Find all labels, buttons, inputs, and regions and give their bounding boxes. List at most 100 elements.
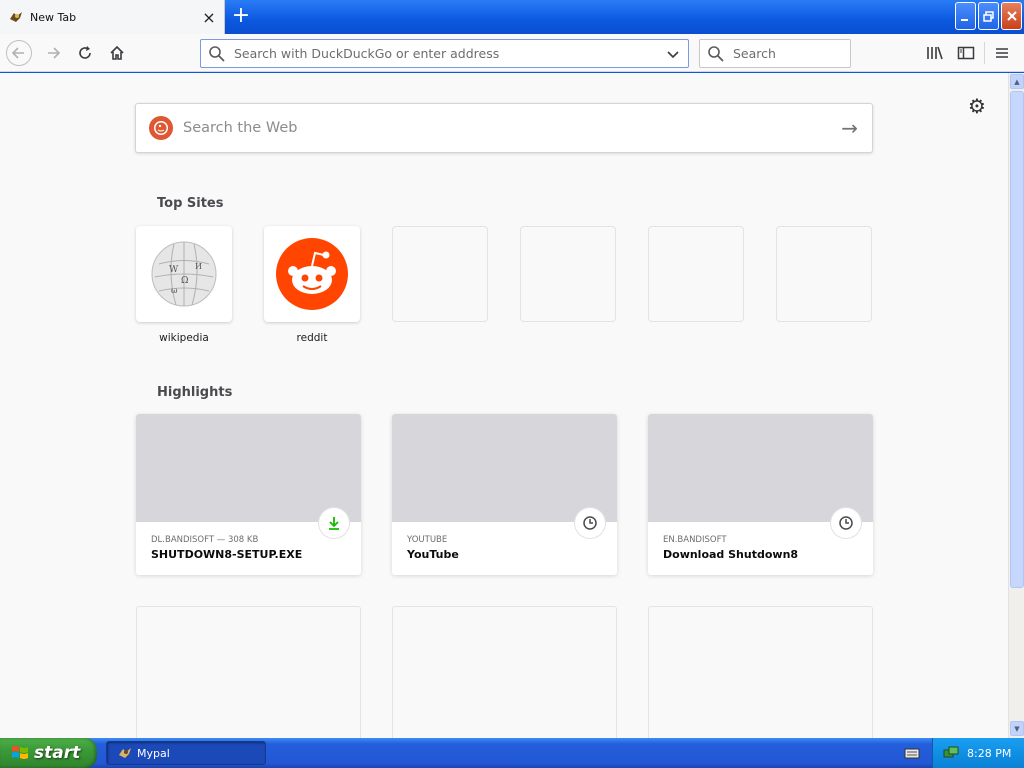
history-badge [831,508,861,538]
empty-tile [776,226,872,322]
search-submit-arrow-icon[interactable]: → [841,116,858,140]
highlight-placeholder [648,606,873,738]
svg-text:ω: ω [171,286,178,295]
highlight-card[interactable]: EN.BANDISOFT Download Shutdown8 [648,414,873,575]
system-tray: 8:28 PM [932,738,1024,768]
card-title: SHUTDOWN8-SETUP.EXE [151,548,303,561]
home-icon [110,45,124,60]
new-tab-page: ⚙ → Top Sites W Ω И ω wikipedia [0,73,1008,738]
search-icon [708,45,724,62]
tab-title: New Tab [30,10,77,24]
card-context: YOUTUBE [407,535,448,545]
network-tray-icon[interactable] [943,745,959,761]
download-badge [319,508,349,538]
duckduckgo-logo-icon [149,116,173,140]
history-badge [575,508,605,538]
reddit-icon [276,238,348,310]
library-icon [927,46,943,60]
minimize-icon [961,18,968,21]
top-site-tile[interactable]: W Ω И ω [136,226,232,322]
url-bar[interactable] [200,39,689,68]
keyboard-tray-icon[interactable] [904,746,920,760]
card-preview [136,414,361,522]
scroll-thumb[interactable] [1010,91,1024,588]
restore-icon [983,10,994,22]
svg-text:И: И [195,262,202,271]
keyboard-icon [904,748,920,759]
back-arrow-icon [11,47,24,59]
top-site-wikipedia[interactable]: W Ω И ω wikipedia [136,226,232,344]
download-icon [329,517,339,530]
card-preview [392,414,617,522]
empty-tile [520,226,616,322]
navigation-bar [0,34,1024,72]
reload-button[interactable] [72,40,98,66]
card-title: Download Shutdown8 [663,548,799,561]
top-site-label: reddit [296,332,328,344]
clock: 8:28 PM [967,746,1012,760]
taskbar-item-mypal[interactable]: Mypal [106,741,266,765]
sidebar-button[interactable] [953,40,979,66]
svg-text:Ω: Ω [181,276,188,286]
top-site-reddit[interactable]: reddit [264,226,360,344]
search-bar[interactable] [699,39,851,68]
tab-new-tab[interactable]: New Tab × [0,0,225,34]
toolbar-separator [984,42,985,64]
card-title: YouTube [407,548,459,561]
url-input[interactable] [234,46,654,61]
empty-tile [648,226,744,322]
title-bar: New Tab × + [0,0,1024,34]
svg-text:W: W [169,265,179,275]
windows-logo-icon [12,746,28,759]
web-search-box[interactable]: → [135,103,873,153]
card-preview [648,414,873,522]
search-icon [209,45,225,62]
back-button[interactable] [6,40,32,66]
top-sites-heading: Top Sites [157,196,224,211]
wikipedia-icon: W Ω И ω [151,241,217,307]
top-site-empty [776,226,872,322]
close-icon [1006,11,1017,21]
minimize-button[interactable] [955,2,976,30]
close-window-button[interactable] [1001,2,1022,30]
duck-icon [154,121,168,135]
reload-icon [79,46,91,59]
card-context: EN.BANDISOFT [663,535,727,545]
library-button[interactable] [922,40,948,66]
hamburger-menu-icon [996,48,1008,58]
highlight-card[interactable]: DL.BANDISOFT — 308 KB SHUTDOWN8-SETUP.EX… [136,414,361,575]
restore-button[interactable] [978,2,999,30]
highlight-placeholder [392,606,617,738]
chevron-down-icon[interactable] [666,47,680,61]
start-button[interactable]: start [0,738,97,768]
top-site-tile[interactable] [264,226,360,322]
top-site-label: wikipedia [159,332,209,344]
top-site-empty [520,226,616,322]
settings-gear-icon[interactable]: ⚙ [966,95,988,117]
clock-icon [839,516,853,530]
taskbar: start Mypal 8:28 PM [0,738,1024,768]
web-search-input[interactable] [183,120,823,136]
new-tab-button[interactable]: + [228,4,254,30]
forward-arrow-icon [48,47,61,59]
search-input[interactable] [733,46,843,61]
home-button[interactable] [104,40,130,66]
menu-button[interactable] [989,40,1015,66]
clock-icon [583,516,597,530]
top-site-empty [648,226,744,322]
taskbar-item-label: Mypal [137,746,170,760]
scroll-up-arrow-icon[interactable]: ▲ [1010,74,1024,89]
mypal-app-icon [119,748,131,758]
highlight-placeholder [136,606,361,738]
card-context: DL.BANDISOFT — 308 KB [151,535,259,545]
highlight-card[interactable]: YOUTUBE YouTube [392,414,617,575]
tab-close-icon[interactable]: × [198,6,220,28]
top-site-empty [392,226,488,322]
empty-tile [392,226,488,322]
scroll-down-arrow-icon[interactable]: ▼ [1010,721,1024,736]
mypal-favicon-icon [10,12,22,22]
sidebar-icon [957,46,975,60]
vertical-scrollbar[interactable]: ▲ ▼ [1008,73,1024,738]
forward-button[interactable] [40,40,66,66]
highlights-heading: Highlights [157,385,233,400]
